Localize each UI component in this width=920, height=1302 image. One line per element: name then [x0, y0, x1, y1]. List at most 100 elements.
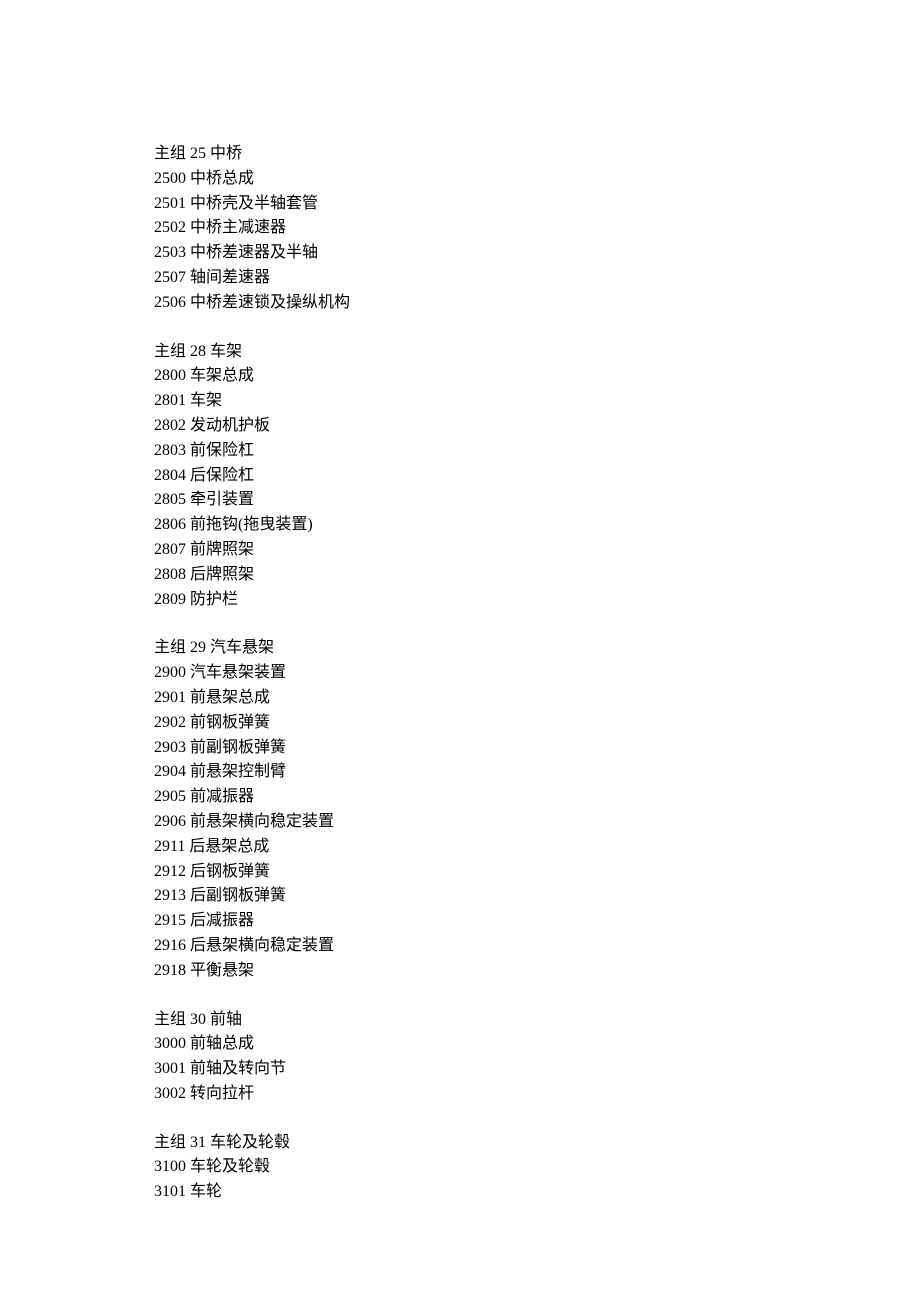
group-header: 主组 29 汽车悬架 [154, 636, 920, 661]
item-code: 2904 [154, 763, 186, 780]
list-item: 2800 车架总成 [154, 364, 920, 389]
group-header-name: 前轴 [206, 1011, 242, 1028]
list-item: 2808 后牌照架 [154, 563, 920, 588]
item-code: 2804 [154, 467, 186, 484]
list-item: 2903 前副钢板弹簧 [154, 736, 920, 761]
list-item: 2507 轴间差速器 [154, 266, 920, 291]
item-name: 中桥差速锁及操纵机构 [190, 294, 350, 311]
item-code: 3100 [154, 1158, 186, 1175]
item-code: 2500 [154, 170, 186, 187]
item-code: 2912 [154, 863, 186, 880]
group-header: 主组 31 车轮及轮毂 [154, 1131, 920, 1156]
item-name: 平衡悬架 [190, 962, 254, 979]
item-name: 转向拉杆 [190, 1085, 254, 1102]
item-code: 2805 [154, 491, 186, 508]
item-code: 3001 [154, 1060, 186, 1077]
item-name: 前轴及转向节 [190, 1060, 286, 1077]
item-name: 后悬架横向稳定装置 [190, 937, 334, 954]
list-item: 2502 中桥主减速器 [154, 216, 920, 241]
list-item: 2905 前减振器 [154, 785, 920, 810]
group-header-prefix: 主组 [154, 343, 190, 360]
item-name: 车轮及轮毂 [190, 1158, 270, 1175]
content-area: 主组 25 中桥2500 中桥总成2501 中桥壳及半轴套管2502 中桥主减速… [154, 142, 920, 1205]
item-name: 轴间差速器 [190, 269, 270, 286]
item-code: 2913 [154, 887, 186, 904]
list-item: 2913 后副钢板弹簧 [154, 884, 920, 909]
group-header-name: 汽车悬架 [206, 639, 274, 656]
group-section: 主组 31 车轮及轮毂3100 车轮及轮毂3101 车轮 [154, 1131, 920, 1205]
item-name: 中桥主减速器 [190, 219, 286, 236]
group-header-prefix: 主组 [154, 639, 190, 656]
item-name: 牵引装置 [190, 491, 254, 508]
item-name: 发动机护板 [190, 417, 270, 434]
item-name: 中桥壳及半轴套管 [190, 195, 318, 212]
list-item: 2501 中桥壳及半轴套管 [154, 192, 920, 217]
item-name: 车架总成 [190, 367, 254, 384]
item-name: 后保险杠 [190, 467, 254, 484]
item-code: 2501 [154, 195, 186, 212]
item-code: 2809 [154, 591, 186, 608]
item-name: 中桥差速器及半轴 [190, 244, 318, 261]
item-name: 前悬架控制臂 [190, 763, 286, 780]
item-code: 2808 [154, 566, 186, 583]
item-name: 汽车悬架装置 [190, 664, 286, 681]
list-item: 2916 后悬架横向稳定装置 [154, 934, 920, 959]
group-header-number: 30 [190, 1011, 206, 1028]
item-name: 前悬架总成 [190, 689, 270, 706]
list-item: 2902 前钢板弹簧 [154, 711, 920, 736]
item-code: 3002 [154, 1085, 186, 1102]
item-code: 2900 [154, 664, 186, 681]
group-header-prefix: 主组 [154, 1134, 190, 1151]
item-code: 2807 [154, 541, 186, 558]
group-header-name: 车架 [206, 343, 242, 360]
list-item: 3002 转向拉杆 [154, 1082, 920, 1107]
item-code: 2915 [154, 912, 186, 929]
list-item: 2802 发动机护板 [154, 414, 920, 439]
item-code: 2916 [154, 937, 186, 954]
list-item: 3001 前轴及转向节 [154, 1057, 920, 1082]
list-item: 2506 中桥差速锁及操纵机构 [154, 291, 920, 316]
list-item: 2911 后悬架总成 [154, 835, 920, 860]
item-name: 防护栏 [190, 591, 238, 608]
list-item: 3100 车轮及轮毂 [154, 1155, 920, 1180]
list-item: 2901 前悬架总成 [154, 686, 920, 711]
list-item: 2804 后保险杠 [154, 464, 920, 489]
group-header: 主组 30 前轴 [154, 1008, 920, 1033]
list-item: 2809 防护栏 [154, 588, 920, 613]
item-name: 后牌照架 [190, 566, 254, 583]
group-header-name: 车轮及轮毂 [206, 1134, 290, 1151]
item-code: 2906 [154, 813, 186, 830]
item-name: 前减振器 [190, 788, 254, 805]
item-name: 前保险杠 [190, 442, 254, 459]
list-item: 2915 后减振器 [154, 909, 920, 934]
item-name: 前拖钩(拖曳装置) [190, 516, 313, 533]
item-name: 前钢板弹簧 [190, 714, 270, 731]
group-header-number: 29 [190, 639, 206, 656]
item-code: 2803 [154, 442, 186, 459]
item-name: 车轮 [190, 1183, 222, 1200]
document-page: 主组 25 中桥2500 中桥总成2501 中桥壳及半轴套管2502 中桥主减速… [0, 0, 920, 1302]
item-name: 后减振器 [190, 912, 254, 929]
list-item: 3000 前轴总成 [154, 1032, 920, 1057]
item-name: 前副钢板弹簧 [190, 739, 286, 756]
item-name: 后副钢板弹簧 [190, 887, 286, 904]
list-item: 2904 前悬架控制臂 [154, 760, 920, 785]
list-item: 2806 前拖钩(拖曳装置) [154, 513, 920, 538]
item-name: 前悬架横向稳定装置 [190, 813, 334, 830]
item-code: 2918 [154, 962, 186, 979]
list-item: 2801 车架 [154, 389, 920, 414]
item-code: 2507 [154, 269, 186, 286]
item-name: 前牌照架 [190, 541, 254, 558]
item-code: 2901 [154, 689, 186, 706]
group-header: 主组 25 中桥 [154, 142, 920, 167]
group-header-number: 31 [190, 1134, 206, 1151]
list-item: 2906 前悬架横向稳定装置 [154, 810, 920, 835]
group-header-prefix: 主组 [154, 1011, 190, 1028]
item-code: 2903 [154, 739, 186, 756]
item-code: 2502 [154, 219, 186, 236]
item-code: 2802 [154, 417, 186, 434]
item-name: 后悬架总成 [189, 838, 269, 855]
item-code: 2806 [154, 516, 186, 533]
group-header-prefix: 主组 [154, 145, 190, 162]
item-name: 中桥总成 [190, 170, 254, 187]
